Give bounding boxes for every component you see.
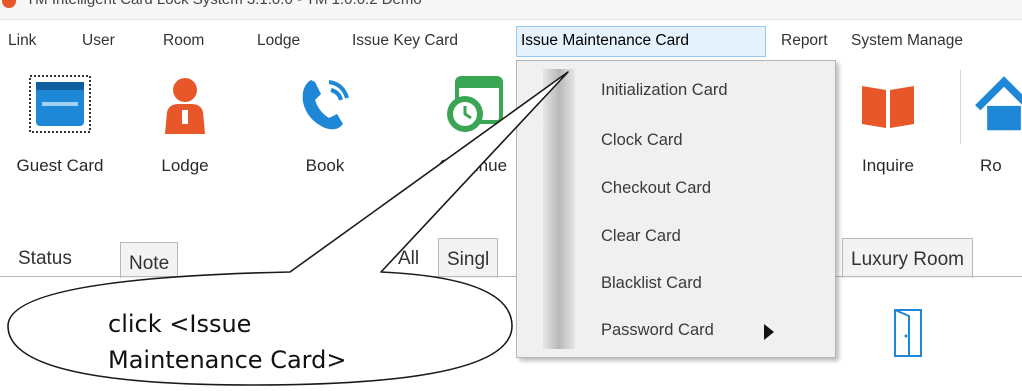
phone-icon <box>302 80 349 130</box>
menu-link[interactable]: Link <box>8 32 36 50</box>
submenu-arrow-icon <box>764 324 774 340</box>
menu-user[interactable]: User <box>82 32 115 50</box>
toolbar-separator <box>960 70 961 144</box>
tool-label: Continue <box>438 156 508 175</box>
issue-maintenance-card-dropdown: Initialization Card Clock Card Checkout … <box>516 60 836 358</box>
menu-lodge[interactable]: Lodge <box>257 32 300 50</box>
tab-divider <box>0 276 1022 277</box>
door-icon[interactable] <box>893 308 923 358</box>
menu-item-initialization-card[interactable]: Initialization Card <box>601 81 728 100</box>
toolbar: Guest Card Lodge Book Continue Inquire R… <box>0 62 1022 202</box>
tab-status[interactable]: Status <box>10 238 80 278</box>
tool-continue[interactable]: Continue <box>418 62 528 182</box>
callout-text-line1: click <Issue <box>108 310 252 338</box>
tab-single[interactable]: Singl <box>438 238 499 278</box>
app-icon <box>2 0 16 8</box>
tool-label: Lodge <box>161 156 209 175</box>
menu-issue-maintenance-card[interactable]: Issue Maintenance Card <box>516 26 766 57</box>
menu-item-checkout-card[interactable]: Checkout Card <box>601 179 711 198</box>
tab-luxury-room[interactable]: Luxury Room <box>842 238 973 278</box>
window-title: TM Intelligent Card Lock System 3.1.0.0 … <box>26 0 422 8</box>
tool-label: Ro <box>980 156 1002 175</box>
tab-note[interactable]: Note <box>120 242 179 278</box>
tool-ro[interactable]: Ro <box>966 62 1022 182</box>
menu-item-password-card[interactable]: Password Card <box>601 321 714 340</box>
tool-label: Book <box>305 156 345 175</box>
menu-system-manage[interactable]: System Manage <box>851 32 963 50</box>
calendar-clock-icon <box>447 76 503 132</box>
tool-book[interactable]: Book <box>280 62 370 182</box>
tool-label: Inquire <box>862 156 914 175</box>
menu-issue-key-card[interactable]: Issue Key Card <box>352 32 458 50</box>
menu-bar: Link User Room Lodge Issue Key Card Issu… <box>0 22 1022 62</box>
person-icon <box>165 78 205 134</box>
menu-item-blacklist-card[interactable]: Blacklist Card <box>601 274 702 293</box>
left-tabs: Status Note <box>10 238 310 278</box>
tool-guest-card[interactable]: Guest Card <box>0 62 120 182</box>
tool-lodge[interactable]: Lodge <box>140 62 230 182</box>
callout-text-line2: Maintenance Card> <box>108 346 347 374</box>
tool-inquire[interactable]: Inquire <box>838 62 938 182</box>
menu-room[interactable]: Room <box>163 32 204 50</box>
title-bar: TM Intelligent Card Lock System 3.1.0.0 … <box>0 0 1022 20</box>
home-icon <box>975 76 1022 131</box>
tool-label: Guest Card <box>16 156 104 175</box>
menu-report[interactable]: Report <box>781 32 828 50</box>
tab-all[interactable]: All <box>390 238 427 278</box>
menu-item-clock-card[interactable]: Clock Card <box>601 131 683 150</box>
dropdown-gutter <box>543 69 575 349</box>
guest-card-icon <box>29 75 91 133</box>
menu-item-clear-card[interactable]: Clear Card <box>601 227 681 246</box>
book-icon <box>862 86 914 128</box>
